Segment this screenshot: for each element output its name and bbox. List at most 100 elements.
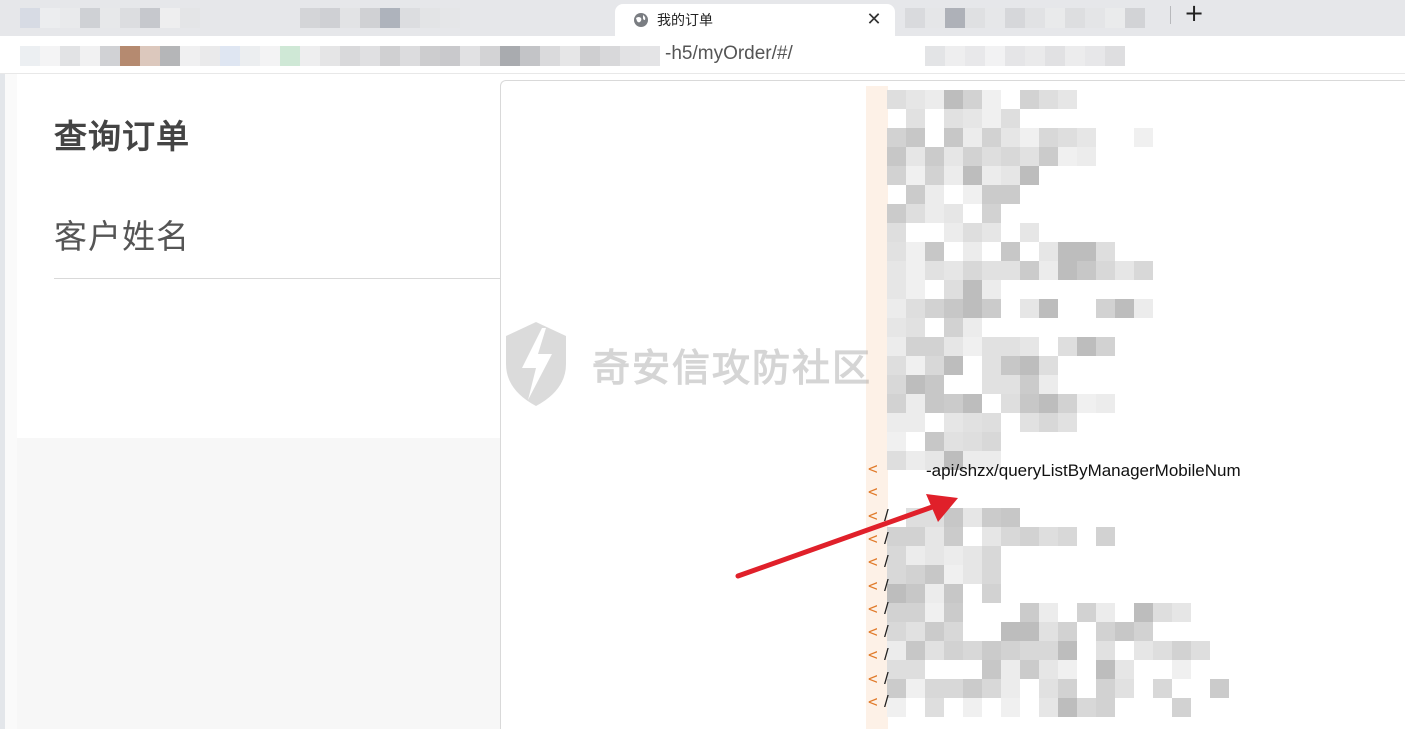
redaction-pixel	[944, 223, 963, 242]
redaction-pixel	[1001, 660, 1020, 679]
redaction-pixel	[944, 90, 963, 109]
redaction-pixel	[1077, 394, 1096, 413]
blurred-tabs-left	[20, 8, 200, 28]
redaction-pixel	[1058, 660, 1077, 679]
redaction-pixel	[1039, 679, 1058, 698]
code-slash: /	[884, 622, 889, 642]
redaction-pixel	[982, 375, 1001, 394]
redaction-pixel	[1039, 394, 1058, 413]
redaction-pixel	[925, 261, 944, 280]
redaction-pixel	[963, 147, 982, 166]
redaction-pixel	[963, 299, 982, 318]
redaction-pixel	[906, 166, 925, 185]
redaction-pixel	[944, 641, 963, 660]
redaction-pixel	[1020, 527, 1039, 546]
redaction-pixel	[982, 508, 1001, 527]
redaction-pixel	[925, 356, 944, 375]
tab-close-icon[interactable]: ✕	[863, 11, 885, 29]
blurred-address-right	[925, 46, 1125, 66]
code-slash: /	[884, 692, 889, 711]
redaction-pixel	[925, 641, 944, 660]
redaction-pixel	[906, 90, 925, 109]
redaction-pixel	[963, 223, 982, 242]
redaction-pixel	[1153, 641, 1172, 660]
redaction-pixel	[1096, 641, 1115, 660]
redaction-pixel	[1001, 641, 1020, 660]
active-tab[interactable]: 我的订单 ✕	[615, 4, 895, 36]
redaction-pixel	[1039, 242, 1058, 261]
redaction-pixel	[963, 413, 982, 432]
redaction-pixel	[906, 109, 925, 128]
redaction-pixel	[925, 299, 944, 318]
redaction-pixel	[944, 622, 963, 641]
redaction-pixel	[925, 394, 944, 413]
redaction-pixel	[906, 147, 925, 166]
redaction-pixel	[925, 166, 944, 185]
redaction-pixel	[1058, 641, 1077, 660]
redaction-pixel	[944, 280, 963, 299]
redaction-pixel	[944, 432, 963, 451]
blurred-tabs-right	[905, 8, 1145, 28]
redaction-pixel	[906, 394, 925, 413]
redaction-pixel	[963, 128, 982, 147]
redaction-pixel	[1096, 679, 1115, 698]
redaction-pixel	[944, 318, 963, 337]
redaction-pixel	[887, 337, 906, 356]
redaction-pixel	[925, 603, 944, 622]
redaction-pixel	[1134, 128, 1153, 147]
redaction-pixel	[906, 337, 925, 356]
code-marker: <	[868, 598, 878, 618]
new-tab-button[interactable]: +	[1184, 0, 1204, 26]
redaction-pixel	[1115, 660, 1134, 679]
redaction-pixel	[1134, 603, 1153, 622]
redaction-pixel	[1001, 527, 1020, 546]
code-marker: <	[868, 645, 878, 665]
redaction-pixel	[906, 660, 925, 679]
redaction-pixel	[1039, 698, 1058, 717]
redaction-pixel	[1039, 90, 1058, 109]
redaction-pixel	[1001, 261, 1020, 280]
customer-name-input-underline[interactable]	[54, 278, 500, 279]
redaction-pixel	[1001, 109, 1020, 128]
redaction-pixel	[1077, 698, 1096, 717]
redaction-pixel	[906, 185, 925, 204]
redaction-pixel	[906, 128, 925, 147]
address-bar[interactable]: -h5/myOrder/#/	[0, 36, 1405, 74]
redaction-pixel	[963, 280, 982, 299]
redaction-pixel	[887, 603, 906, 622]
redaction-pixel	[982, 166, 1001, 185]
redaction-pixel	[1020, 413, 1039, 432]
redaction-pixel	[1115, 261, 1134, 280]
redaction-pixel	[1096, 261, 1115, 280]
redaction-pixel	[887, 147, 906, 166]
redaction-pixel	[1058, 413, 1077, 432]
redaction-pixel	[925, 242, 944, 261]
redaction-pixel	[925, 679, 944, 698]
redaction-pixel	[963, 109, 982, 128]
redaction-pixel	[1058, 242, 1077, 261]
lightning-shield-icon	[506, 322, 566, 406]
redaction-pixel	[944, 147, 963, 166]
redaction-pixel	[982, 280, 1001, 299]
redaction-pixel	[1001, 337, 1020, 356]
redaction-pixel	[1172, 698, 1191, 717]
redaction-pixel	[1058, 622, 1077, 641]
redaction-pixel	[906, 318, 925, 337]
redaction-pixel	[1039, 413, 1058, 432]
redaction-pixel	[982, 109, 1001, 128]
redaction-pixel	[1096, 698, 1115, 717]
redaction-pixel	[1020, 128, 1039, 147]
redaction-pixel	[1058, 698, 1077, 717]
redaction-pixel	[982, 261, 1001, 280]
redaction-pixel	[1058, 261, 1077, 280]
redaction-pixel	[944, 679, 963, 698]
redaction-pixel	[944, 109, 963, 128]
redaction-pixel	[887, 261, 906, 280]
redaction-pixel	[982, 641, 1001, 660]
redaction-pixel	[906, 679, 925, 698]
url-text[interactable]: -h5/myOrder/#/	[665, 43, 793, 65]
redaction-pixel	[1096, 622, 1115, 641]
watermark-text: 奇安信攻防社区	[592, 345, 873, 390]
redaction-pixel	[944, 356, 963, 375]
redaction-pixel	[925, 90, 944, 109]
